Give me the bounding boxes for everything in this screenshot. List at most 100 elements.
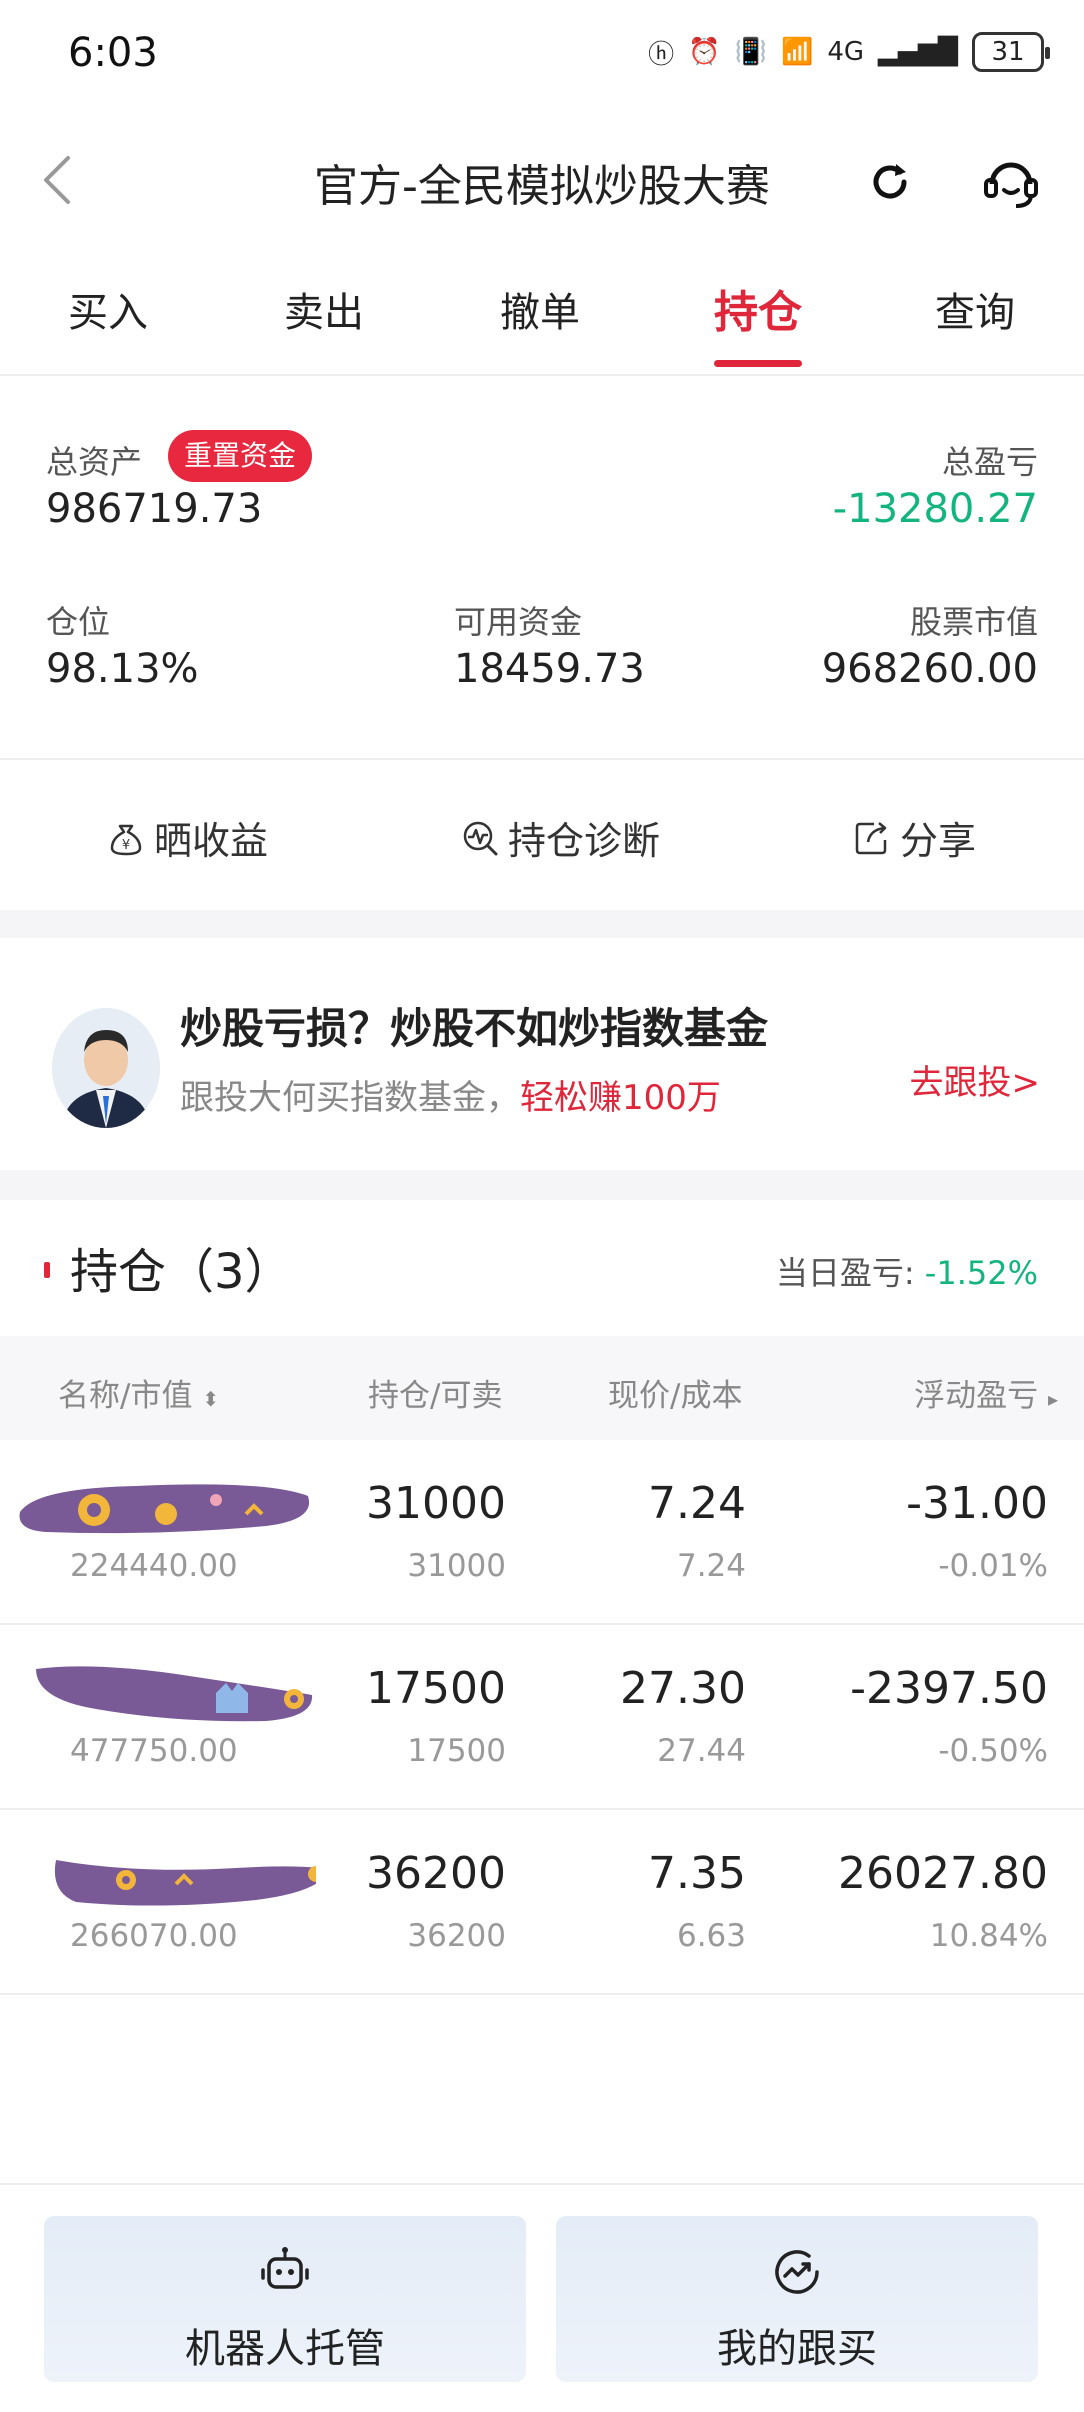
- col-pl-label: 浮动盈亏: [914, 1378, 1039, 1414]
- battery-icon: 31: [972, 32, 1050, 72]
- robot-custody-button[interactable]: 机器人托管: [44, 2216, 526, 2382]
- row-sellable: 36200: [407, 1918, 506, 1954]
- total-assets-value: 986719.73: [46, 486, 263, 532]
- battery-level: 31: [991, 37, 1025, 67]
- row-shares: 36200: [366, 1848, 506, 1899]
- total-pl-label: 总盈亏: [941, 443, 1038, 481]
- customer-service-icon[interactable]: [980, 152, 1042, 214]
- available-funds-value: 18459.73: [454, 646, 645, 692]
- section-gap: [0, 910, 1084, 938]
- redacted-name: [36, 1666, 313, 1722]
- sort-icon: ⬍: [202, 1387, 220, 1411]
- available-funds-label: 可用资金: [454, 603, 583, 641]
- status-time: 6:03: [68, 30, 158, 76]
- total-assets-label: 总资产: [46, 443, 143, 481]
- alarm-icon: ⏰: [688, 37, 721, 67]
- follow-invest-link[interactable]: 去跟投>: [910, 1055, 1041, 1104]
- row-sellable: 17500: [407, 1733, 506, 1769]
- holding-row[interactable]: 224440.00 31000 31000 7.24 7.24 -31.00 -…: [0, 1440, 1084, 1625]
- position-label: 仓位: [46, 603, 111, 641]
- share-label: 分享: [900, 819, 977, 863]
- tab-buy[interactable]: 买入: [68, 280, 148, 338]
- diagnosis-button[interactable]: 持仓诊断: [460, 810, 660, 865]
- row-shares: 31000: [366, 1478, 506, 1529]
- row-pl: -31.00: [906, 1478, 1048, 1529]
- divider: [0, 758, 1084, 760]
- money-bag-icon: ¥: [110, 824, 142, 855]
- row-shares: 17500: [366, 1663, 506, 1714]
- day-pl-value: -1.52%: [924, 1254, 1038, 1292]
- refresh-icon[interactable]: [866, 158, 914, 206]
- row-price: 27.30: [620, 1663, 746, 1714]
- col-name-sort[interactable]: 名称/市值 ⬍: [58, 1370, 219, 1415]
- row-sellable: 31000: [407, 1548, 506, 1584]
- show-profit-label: 晒收益: [154, 819, 269, 863]
- divider: [0, 374, 1084, 376]
- divider: [0, 2183, 1084, 2185]
- hd-icon: ⓗ: [648, 39, 675, 70]
- vibrate-icon: 📳: [734, 37, 767, 67]
- tab-sell[interactable]: 卖出: [284, 280, 364, 338]
- row-pl: 26027.80: [838, 1848, 1048, 1899]
- section-gap: [0, 1170, 1084, 1200]
- signal-icon: ▂▄▆█: [878, 37, 958, 67]
- share-button[interactable]: 分享: [852, 810, 976, 865]
- row-pl-pct: -0.50%: [938, 1733, 1048, 1769]
- promo-highlight: 轻松赚100万: [520, 1078, 721, 1118]
- redacted-name: [19, 1484, 310, 1534]
- robot-custody-label: 机器人托管: [185, 2326, 385, 2372]
- position-value: 98.13%: [46, 646, 199, 692]
- tab-active-indicator: [714, 360, 802, 367]
- promo-subtitle[interactable]: 跟投大何买指数基金，轻松赚100万: [180, 1070, 721, 1119]
- robot-icon: [261, 2247, 309, 2289]
- row-market-value: 224440.00: [70, 1548, 238, 1584]
- row-market-value: 266070.00: [70, 1918, 238, 1954]
- row-price: 7.35: [648, 1848, 746, 1899]
- promo-subtitle-text: 跟投大何买指数基金，: [180, 1078, 520, 1118]
- col-shares-label: 持仓/可卖: [368, 1378, 503, 1414]
- advisor-portrait: [52, 1008, 160, 1128]
- wifi-icon: 📶: [780, 37, 814, 67]
- row-pl: -2397.50: [850, 1663, 1048, 1714]
- follow-chart-icon: [775, 2250, 819, 2294]
- col-pl-toggle[interactable]: 浮动盈亏 ▸: [914, 1370, 1058, 1415]
- col-price-label: 现价/成本: [608, 1378, 743, 1414]
- market-value-label: 股票市值: [909, 603, 1038, 641]
- reset-funds-button[interactable]: 重置资金: [168, 430, 313, 482]
- status-icons: ⓗ ⏰ 📳 📶 4G ▂▄▆█ 31: [648, 32, 1050, 72]
- my-follow-button[interactable]: 我的跟买: [556, 2216, 1038, 2382]
- row-cost: 6.63: [676, 1918, 746, 1954]
- page-title: 官方-全民模拟炒股大赛: [314, 161, 770, 212]
- col-name-label: 名称/市值: [58, 1378, 193, 1414]
- chevron-right-icon: ▸: [1047, 1387, 1058, 1411]
- share-icon: [855, 821, 887, 854]
- total-pl-value: -13280.27: [832, 486, 1038, 532]
- holdings-table-header: 名称/市值 ⬍ 持仓/可卖 现价/成本 浮动盈亏 ▸: [0, 1336, 1084, 1440]
- holding-row[interactable]: 477750.00 17500 17500 27.30 27.44 -2397.…: [0, 1625, 1084, 1810]
- day-pl: 当日盈亏: -1.52%: [776, 1248, 1038, 1294]
- tab-query[interactable]: 查询: [935, 280, 1015, 338]
- tab-holdings[interactable]: 持仓: [714, 276, 802, 340]
- day-pl-label: 当日盈亏:: [775, 1254, 915, 1292]
- market-value-value: 968260.00: [821, 646, 1038, 692]
- row-pl-pct: -0.01%: [938, 1548, 1048, 1584]
- tab-cancel[interactable]: 撤单: [500, 280, 580, 338]
- promo-title[interactable]: 炒股亏损？炒股不如炒指数基金: [180, 995, 768, 1056]
- diagnosis-label: 持仓诊断: [508, 819, 661, 863]
- my-follow-label: 我的跟买: [717, 2326, 877, 2372]
- show-profit-button[interactable]: ¥ 晒收益: [106, 810, 268, 865]
- diagnosis-icon: [463, 821, 498, 855]
- advisor-avatar[interactable]: [52, 1008, 160, 1128]
- network-type: 4G: [827, 37, 865, 67]
- redacted-name: [55, 1860, 316, 1906]
- svg-text:¥: ¥: [122, 838, 130, 853]
- holding-row[interactable]: 266070.00 36200 36200 7.35 6.63 26027.80…: [0, 1810, 1084, 1995]
- row-cost: 27.44: [657, 1733, 746, 1769]
- section-marker: [44, 1262, 50, 1278]
- row-price: 7.24: [648, 1478, 746, 1529]
- holdings-title: 持仓（3）: [70, 1244, 293, 1300]
- tab-bar: 买入 卖出 撤单 持仓 查询: [0, 280, 1084, 376]
- row-cost: 7.24: [676, 1548, 746, 1584]
- row-pl-pct: 10.84%: [929, 1918, 1048, 1954]
- row-market-value: 477750.00: [70, 1733, 238, 1769]
